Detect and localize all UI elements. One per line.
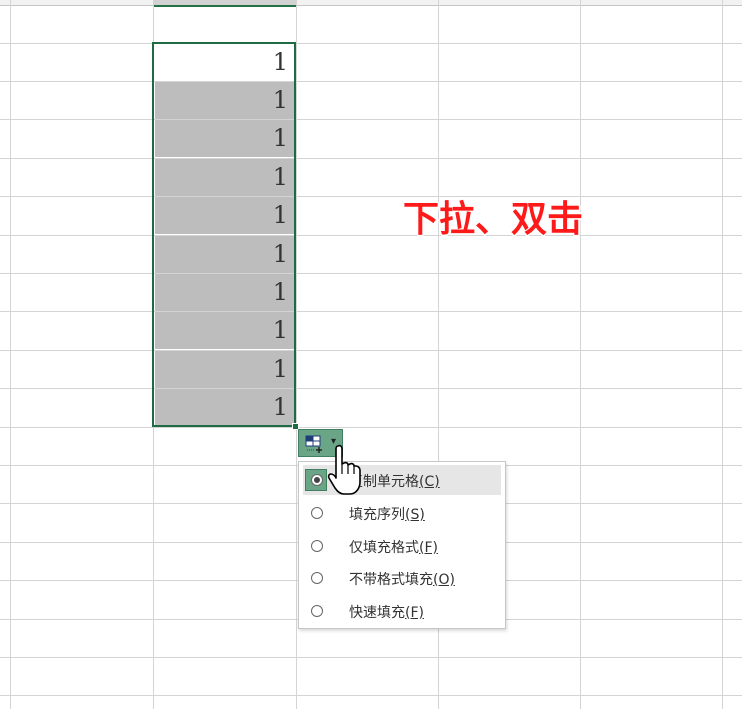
menu-item-fill-formatting-only[interactable]: 仅填充格式(F) — [303, 531, 501, 561]
cell-value: 1 — [272, 48, 288, 76]
selected-column-header — [153, 0, 296, 7]
grid-line — [0, 311, 742, 312]
cell-selected[interactable]: 1 — [155, 120, 294, 157]
radio-button[interactable] — [311, 572, 323, 584]
grid-line — [10, 0, 11, 709]
grid-line — [0, 350, 742, 351]
mouse-pointer-icon — [326, 444, 366, 502]
menu-item-fill-series[interactable]: 填充序列(S) — [303, 498, 501, 528]
grid-line — [296, 0, 297, 709]
grid-line — [0, 427, 742, 428]
menu-item-label: 不带格式填充(O) — [349, 569, 455, 589]
grid-line — [0, 196, 742, 197]
radio-button[interactable] — [311, 540, 323, 552]
cell-selected[interactable]: 1 — [155, 159, 294, 196]
cell-selected[interactable]: 1 — [155, 351, 294, 388]
cell-value: 1 — [272, 278, 288, 306]
grid-line — [0, 158, 742, 159]
grid-line — [0, 273, 742, 274]
auto-fill-options-icon — [305, 435, 327, 457]
grid-line — [0, 388, 742, 389]
menu-item-flash-fill[interactable]: 快速填充(F) — [303, 596, 501, 626]
radio-button[interactable] — [311, 507, 323, 519]
radio-button[interactable] — [311, 605, 323, 617]
grid-line — [0, 657, 742, 658]
cell-value: 1 — [272, 355, 288, 383]
menu-item-label: 快速填充(F) — [349, 602, 424, 622]
radio-button-checked[interactable] — [311, 474, 323, 486]
grid-line — [0, 695, 742, 696]
menu-item-shortcut: (S) — [405, 507, 425, 523]
menu-item-shortcut: (O) — [433, 572, 455, 588]
menu-item-text: 不带格式填充 — [349, 572, 433, 588]
grid-line — [722, 0, 723, 709]
grid-line — [580, 0, 581, 709]
cell-value: 1 — [272, 316, 288, 344]
menu-item-shortcut: (F) — [405, 605, 424, 621]
menu-item-text: 仅填充格式 — [349, 540, 419, 556]
cell-selected[interactable]: 1 — [155, 82, 294, 119]
menu-item-label: 填充序列(S) — [349, 504, 425, 524]
cell-value: 1 — [272, 86, 288, 114]
grid-line — [0, 119, 742, 120]
cell-value: 1 — [272, 393, 288, 421]
menu-item-text: 填充序列 — [349, 507, 405, 523]
cell-selected[interactable]: 1 — [155, 389, 294, 426]
annotation-text: 下拉、双击 — [403, 199, 584, 240]
menu-item-fill-without-formatting[interactable]: 不带格式填充(O) — [303, 563, 501, 593]
cell-value: 1 — [272, 163, 288, 191]
cell-active[interactable]: 1 — [155, 44, 294, 81]
column-header-strip — [0, 0, 742, 6]
cell-selected[interactable]: 1 — [155, 197, 294, 234]
cell-value: 1 — [272, 201, 288, 229]
cell-value: 1 — [272, 124, 288, 152]
cell-selected[interactable]: 1 — [155, 312, 294, 349]
grid-line — [153, 0, 154, 709]
menu-item-shortcut: (F) — [419, 540, 438, 556]
grid-line — [0, 235, 742, 236]
menu-item-label: 仅填充格式(F) — [349, 537, 438, 557]
cell-selected[interactable]: 1 — [155, 236, 294, 273]
grid-line — [0, 43, 742, 44]
cell-selected[interactable]: 1 — [155, 274, 294, 311]
cell-value: 1 — [272, 240, 288, 268]
grid-line — [0, 81, 742, 82]
menu-item-text: 快速填充 — [349, 605, 405, 621]
menu-item-shortcut: (C) — [419, 474, 440, 490]
